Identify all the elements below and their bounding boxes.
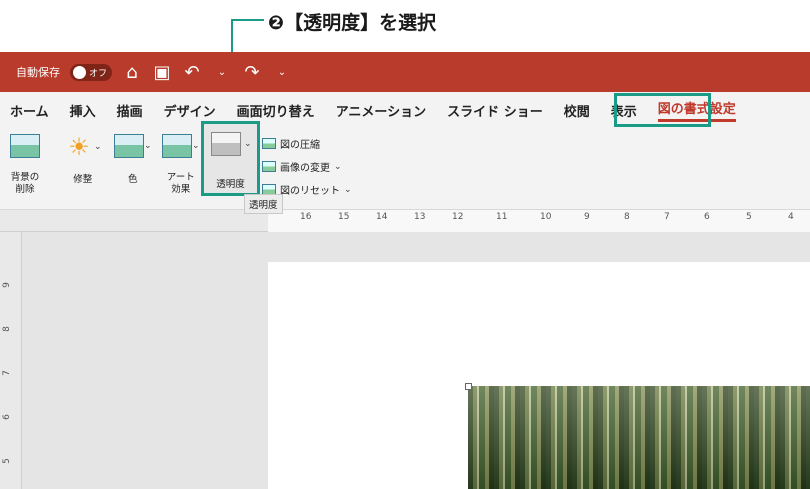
toggle-knob	[73, 65, 86, 79]
change-picture-icon	[262, 161, 276, 172]
transparency-label: 透明度	[216, 179, 245, 190]
sun-icon: ☀	[68, 133, 90, 161]
ruler-number: 11	[496, 212, 508, 222]
ruler-number: 7	[664, 212, 670, 222]
ruler-number: 12	[452, 212, 464, 222]
tab-review[interactable]: 校閲	[564, 101, 590, 120]
tab-animations[interactable]: アニメーション	[336, 101, 426, 120]
ruler-number: 13	[414, 212, 426, 222]
autosave-toggle[interactable]: オフ	[70, 63, 112, 81]
chevron-down-icon: ⌄	[244, 139, 252, 149]
customize-chevron-icon[interactable]: ⌄	[272, 67, 292, 78]
remove-background-button[interactable]: 背景の 削除	[10, 134, 40, 196]
transparency-icon	[211, 132, 241, 156]
remove-background-icon	[10, 134, 40, 158]
callout-text: ❷【透明度】を選択	[268, 12, 437, 34]
toggle-text: オフ	[89, 68, 108, 79]
chevron-down-icon: ⌄	[94, 142, 102, 152]
tab-design[interactable]: デザイン	[164, 101, 216, 120]
artistic-effects-icon	[162, 134, 192, 158]
ruler-number: 8	[624, 212, 630, 222]
autosave-label: 自動保存	[16, 66, 60, 79]
compress-label: 図の圧縮	[280, 140, 320, 151]
tab-transitions[interactable]: 画面切り替え	[237, 101, 315, 120]
reset-picture-label: 図のリセット	[280, 186, 340, 197]
ruler-number: 16	[300, 212, 312, 222]
transparency-tooltip: 透明度	[244, 194, 283, 214]
change-picture-button[interactable]: 画像の変更 ⌄	[262, 159, 342, 174]
undo-icon[interactable]: ↶	[182, 62, 202, 83]
color-icon	[114, 134, 144, 158]
title-bar: 自動保存 オフ ⌂ ▣ ↶ ⌄ ↷ ⌄	[0, 52, 810, 92]
ribbon: 背景の 削除 ☀ ⌄ 修整 ⌄ 色 ⌄ アート 効果 図の圧縮 画像の変更 ⌄ 図…	[0, 128, 810, 320]
artistic-effects-button[interactable]: ⌄ アート 効果	[162, 134, 200, 196]
artistic-effects-label: アート 効果	[166, 172, 195, 195]
color-label: 色	[128, 174, 138, 185]
remove-background-label: 背景の 削除	[10, 172, 40, 195]
tab-slideshow[interactable]: スライド ショー	[447, 101, 543, 120]
chevron-down-icon: ⌄	[344, 184, 352, 195]
tab-draw[interactable]: 描画	[117, 101, 143, 120]
vruler-number: 6	[1, 414, 12, 420]
vruler-number: 9	[1, 282, 12, 288]
transparency-button[interactable]: ⌄ 透明度	[201, 121, 260, 196]
ruler-number: 9	[584, 212, 590, 222]
tab-home[interactable]: ホーム	[10, 101, 49, 120]
redo-icon[interactable]: ↷	[242, 62, 262, 83]
ruler-number: 14	[376, 212, 388, 222]
undo-chevron-icon[interactable]: ⌄	[212, 67, 232, 78]
corrections-label: 修整	[73, 174, 93, 185]
save-icon[interactable]: ▣	[152, 62, 172, 83]
horizontal-ruler: 16 15 14 13 12 11 10 9 8 7 6 5 4	[0, 210, 810, 232]
vruler-number: 5	[1, 458, 12, 464]
vruler-number: 7	[1, 370, 12, 376]
home-icon[interactable]: ⌂	[122, 62, 142, 83]
vertical-ruler: 9 8 7 6 5	[0, 232, 22, 489]
color-button[interactable]: ⌄ 色	[114, 134, 152, 186]
ruler-number: 6	[704, 212, 710, 222]
change-picture-label: 画像の変更	[280, 163, 330, 174]
compress-pictures-button[interactable]: 図の圧縮	[262, 136, 320, 151]
ruler-number: 4	[788, 212, 794, 222]
ruler-number: 5	[746, 212, 752, 222]
compress-icon	[262, 138, 276, 149]
resize-handle[interactable]	[465, 383, 472, 390]
vruler-number: 8	[1, 326, 12, 332]
tab-insert[interactable]: 挿入	[70, 101, 96, 120]
corrections-button[interactable]: ☀ ⌄ 修整	[64, 133, 102, 186]
chevron-down-icon: ⌄	[192, 141, 200, 151]
forest-photo[interactable]	[468, 386, 810, 489]
chevron-down-icon: ⌄	[144, 141, 152, 151]
callout-tab-highlight	[614, 93, 711, 127]
ruler-number: 15	[338, 212, 350, 222]
ruler-number: 10	[540, 212, 552, 222]
chevron-down-icon: ⌄	[334, 161, 342, 172]
callout-line	[232, 19, 264, 21]
